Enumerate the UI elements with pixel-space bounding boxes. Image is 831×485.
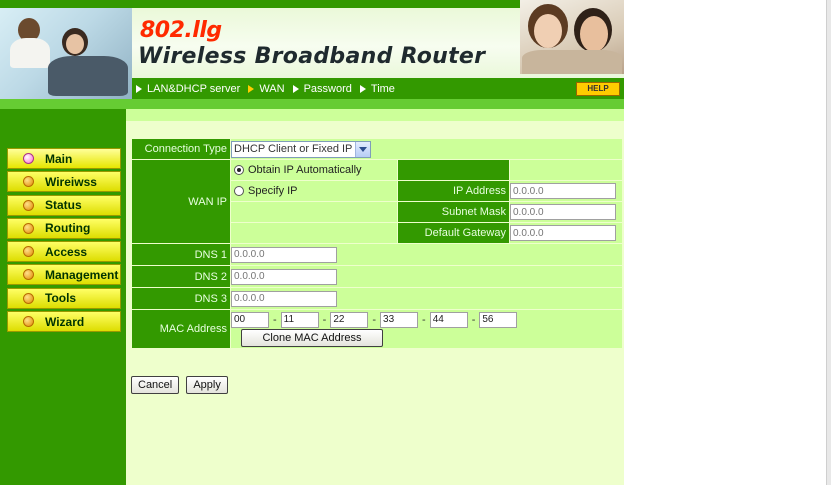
sidebar-item-label: Access <box>45 244 88 259</box>
nav-item-label: WAN <box>259 82 285 95</box>
subnet-mask-input[interactable] <box>510 204 616 220</box>
scrollbar[interactable] <box>826 0 831 485</box>
mac-octets: - - - - - <box>231 310 622 329</box>
brand-model: 802.llg <box>140 18 222 43</box>
arrow-right-icon <box>359 84 366 93</box>
sidebar-item-management[interactable]: Management <box>7 264 121 286</box>
bullet-icon <box>23 176 34 188</box>
dns3-label: DNS 3 <box>132 288 230 309</box>
nav-item-label: Password <box>303 82 352 95</box>
mac-octet-4[interactable] <box>380 311 419 328</box>
header-photo-right <box>520 0 624 74</box>
header-photo-left <box>0 8 132 104</box>
sidebar-item-label: Status <box>45 198 82 213</box>
ip-address-label: IP Address <box>398 181 509 201</box>
nav-underline <box>0 99 624 109</box>
arrow-right-icon <box>292 84 299 93</box>
default-gateway-label: Default Gateway <box>398 223 509 243</box>
radio-specify-ip[interactable]: Specify IP <box>231 181 397 201</box>
chevron-down-icon <box>355 141 371 157</box>
router-admin-frame: 802.llg Wireless Broadband Router LAN&DH… <box>0 0 624 485</box>
brand-title: Wireless Broadband Router <box>138 44 486 69</box>
sidebar-menu: Main Wireiwss Status Routing Access Mana… <box>7 148 121 334</box>
mac-separator: - <box>471 313 476 326</box>
radio-obtain-ip[interactable]: Obtain IP Automatically <box>231 160 397 180</box>
sidebar-item-status[interactable]: Status <box>7 194 121 216</box>
mac-separator: - <box>422 313 426 326</box>
obtain-ip-label: Obtain IP Automatically <box>248 164 362 176</box>
mac-address-label: MAC Address <box>132 310 230 348</box>
nav-item-lan-dhcp[interactable]: LAN&DHCP server <box>136 83 240 95</box>
top-navigation: LAN&DHCP server WAN Password Time HELP <box>132 78 624 99</box>
connection-type-select[interactable]: DHCP Client or Fixed IP <box>231 140 372 158</box>
sidebar-item-routing[interactable]: Routing <box>7 217 121 239</box>
mac-octet-1[interactable] <box>231 311 269 328</box>
sidebar: Main Wireiwss Status Routing Access Mana… <box>0 109 126 485</box>
connection-type-label: Connection Type <box>132 139 230 159</box>
sidebar-item-label: Wizard <box>45 314 85 329</box>
bullet-icon <box>23 246 34 258</box>
sidebar-footer-text <box>6 467 120 471</box>
sidebar-item-tools[interactable]: Tools <box>7 287 121 309</box>
nav-item-wan[interactable]: WAN <box>248 82 285 95</box>
bullet-icon <box>23 269 34 281</box>
sidebar-item-access[interactable]: Access <box>7 241 121 263</box>
radio-off-icon <box>234 186 244 196</box>
subnet-mask-label: Subnet Mask <box>398 202 509 222</box>
ip-address-input[interactable] <box>510 183 616 199</box>
mac-separator: - <box>322 313 327 326</box>
dns1-label: DNS 1 <box>132 244 230 265</box>
mac-octet-5[interactable] <box>429 311 468 328</box>
bullet-icon <box>23 292 34 304</box>
arrow-right-icon <box>136 84 142 93</box>
clone-mac-button[interactable]: Clone MAC Address <box>241 329 383 347</box>
mac-separator: - <box>273 313 277 326</box>
bullet-icon <box>23 153 34 164</box>
mac-separator: - <box>372 313 377 326</box>
dns2-input[interactable] <box>231 268 337 285</box>
help-button[interactable]: HELP <box>576 82 620 96</box>
sidebar-item-main[interactable]: Main <box>7 148 121 169</box>
content-top-band <box>126 109 624 121</box>
dns2-label: DNS 2 <box>132 266 230 287</box>
default-gateway-input[interactable] <box>510 225 616 241</box>
bullet-icon <box>23 316 34 328</box>
blank-right-pane <box>624 0 831 485</box>
sidebar-item-label: Main <box>45 151 73 166</box>
dns1-input[interactable] <box>231 246 337 263</box>
sidebar-item-label: Tools <box>45 291 77 306</box>
specify-ip-label: Specify IP <box>248 185 298 197</box>
nav-item-password[interactable]: Password <box>292 82 352 95</box>
dns3-input[interactable] <box>231 290 337 307</box>
nav-item-label: LAN&DHCP server <box>147 82 241 95</box>
sidebar-item-label: Wireiwss <box>45 174 97 189</box>
wan-ip-label: WAN IP <box>132 160 230 243</box>
nav-item-label: Time <box>370 82 395 95</box>
bullet-icon <box>23 199 34 211</box>
bullet-icon <box>23 222 34 234</box>
mac-octet-2[interactable] <box>280 311 319 328</box>
arrow-right-icon <box>248 84 255 93</box>
apply-button[interactable]: Apply <box>186 376 228 394</box>
sidebar-item-label: Routing <box>45 221 91 236</box>
sidebar-item-wizard[interactable]: Wizard <box>7 311 121 333</box>
cancel-button[interactable]: Cancel <box>131 376 180 394</box>
nav-item-time[interactable]: Time <box>359 82 395 95</box>
form-actions: Cancel Apply <box>131 376 232 394</box>
connection-type-value: DHCP Client or Fixed IP <box>234 143 353 155</box>
wan-settings-form: Connection Type DHCP Client or Fixed IP … <box>131 138 623 349</box>
radio-on-icon <box>234 165 244 175</box>
sidebar-item-wireless[interactable]: Wireiwss <box>7 171 121 193</box>
mac-octet-6[interactable] <box>479 311 518 328</box>
main-content: Connection Type DHCP Client or Fixed IP … <box>126 109 624 485</box>
mac-octet-3[interactable] <box>330 311 369 328</box>
sidebar-item-label: Management <box>45 267 119 282</box>
page-header: 802.llg Wireless Broadband Router <box>0 0 624 104</box>
